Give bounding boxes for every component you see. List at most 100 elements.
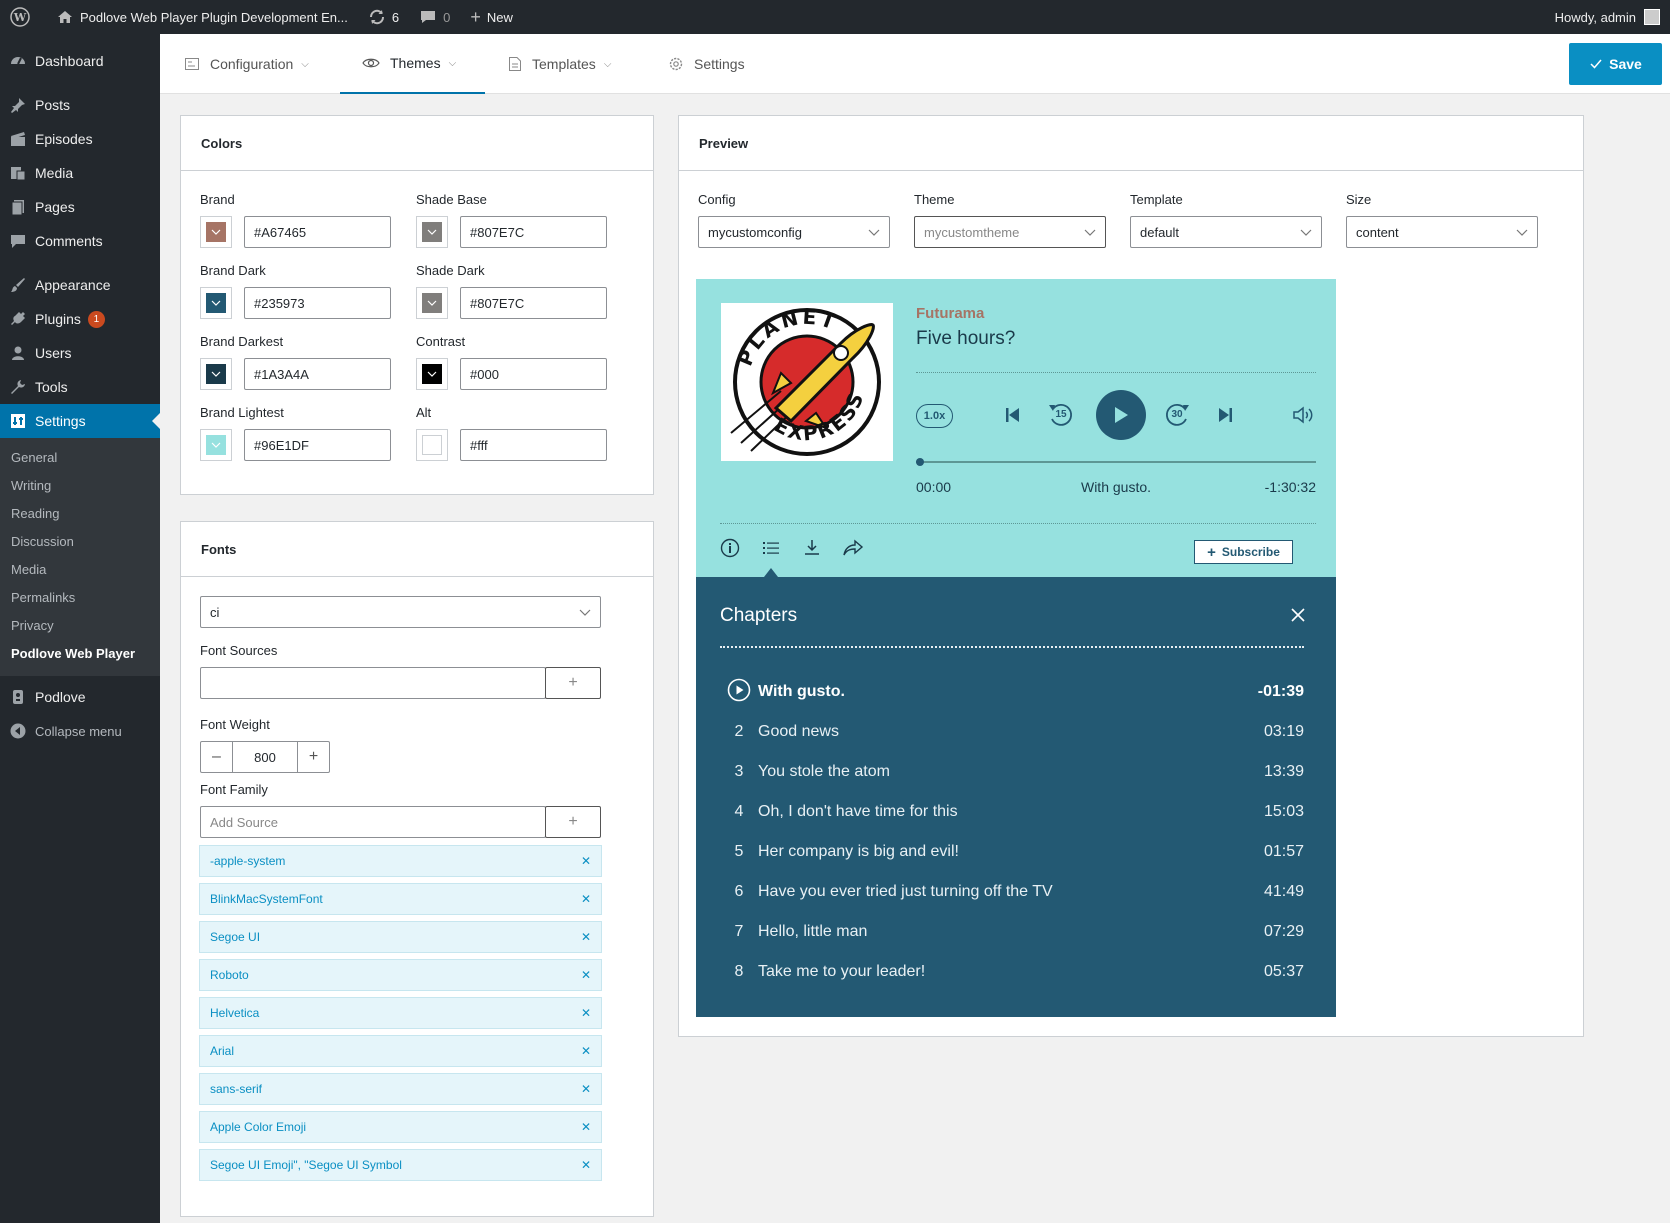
chapter-item[interactable]: 4 Oh, I don't have time for this 15:03 (720, 792, 1304, 832)
submenu-podlove-web-player[interactable]: Podlove Web Player (0, 640, 160, 668)
remove-icon[interactable]: ✕ (581, 1120, 591, 1134)
tab-settings[interactable]: Settings (668, 34, 745, 94)
brand-dark-color-picker[interactable] (200, 287, 232, 319)
menu-plugins[interactable]: Plugins 1 (0, 302, 160, 336)
chapter-item[interactable]: 3 You stole the atom 13:39 (720, 752, 1304, 792)
tab-configuration[interactable]: Configuration ⌵ (184, 34, 309, 94)
font-weight-input[interactable]: 800 (232, 741, 298, 773)
menu-media[interactable]: Media (0, 156, 160, 190)
info-tab-button[interactable] (720, 538, 740, 561)
collapse-menu-button[interactable]: Collapse menu (0, 714, 160, 748)
menu-settings[interactable]: Settings (0, 404, 160, 438)
next-chapter-button[interactable] (1216, 405, 1236, 428)
chapter-number: 5 (734, 843, 744, 860)
remove-icon[interactable]: ✕ (581, 1082, 591, 1096)
download-tab-button[interactable] (802, 538, 822, 561)
color-swatch (422, 364, 442, 384)
progress-bar[interactable] (916, 461, 1316, 463)
menu-episodes[interactable]: Episodes (0, 122, 160, 156)
chapter-item[interactable]: 6 Have you ever tried just turning off th… (720, 872, 1304, 912)
size-select[interactable]: content (1346, 216, 1538, 248)
brand-lightest-hex-input[interactable]: #96E1DF (244, 429, 391, 461)
collapse-icon (9, 722, 27, 740)
submenu-general[interactable]: General (0, 444, 160, 472)
new-content-link[interactable]: + New (460, 0, 523, 34)
shade-dark-hex-input[interactable]: #807E7C (460, 287, 607, 319)
font-select[interactable]: ci (200, 596, 601, 628)
submenu-permalinks[interactable]: Permalinks (0, 584, 160, 612)
forward-30-button[interactable]: 30 (1162, 400, 1192, 430)
previous-chapter-button[interactable] (1002, 405, 1022, 428)
save-button[interactable]: Save (1569, 43, 1662, 85)
updates-link[interactable]: 6 (358, 0, 409, 34)
theme-select[interactable]: mycustomtheme (914, 216, 1106, 248)
submenu-media[interactable]: Media (0, 556, 160, 584)
brand-hex-input[interactable]: #A67465 (244, 216, 391, 248)
remove-icon[interactable]: ✕ (581, 1158, 591, 1172)
submenu-privacy[interactable]: Privacy (0, 612, 160, 640)
shade-base-color-picker[interactable] (416, 216, 448, 248)
config-select[interactable]: mycustomconfig (698, 216, 890, 248)
remove-icon[interactable]: ✕ (581, 892, 591, 906)
rewind-15-button[interactable]: 15 (1046, 400, 1076, 430)
add-font-family-button[interactable]: + (545, 806, 601, 838)
close-chapters-button[interactable] (1290, 607, 1306, 626)
menu-label: Tools (35, 379, 68, 395)
chapter-item[interactable]: With gusto. -01:39 (720, 672, 1304, 712)
menu-tools[interactable]: Tools (0, 370, 160, 404)
menu-appearance[interactable]: Appearance (0, 268, 160, 302)
site-name-link[interactable]: Podlove Web Player Plugin Development En… (46, 0, 358, 34)
submenu-discussion[interactable]: Discussion (0, 528, 160, 556)
menu-pages[interactable]: Pages (0, 190, 160, 224)
shade-base-hex-input[interactable]: #807E7C (460, 216, 607, 248)
menu-users[interactable]: Users (0, 336, 160, 370)
chapters-tab-button[interactable] (761, 538, 781, 561)
playback-speed-button[interactable]: 1.0x (916, 404, 953, 428)
brand-lightest-color-picker[interactable] (200, 429, 232, 461)
menu-posts[interactable]: Posts (0, 88, 160, 122)
menu-comments[interactable]: Comments (0, 224, 160, 258)
menu-podlove[interactable]: Podlove (0, 680, 160, 714)
volume-button[interactable] (1292, 405, 1316, 428)
add-font-source-button[interactable]: + (545, 667, 601, 699)
chapter-item[interactable]: 2 Good news 03:19 (720, 712, 1304, 752)
wordpress-logo[interactable]: W (0, 0, 46, 34)
tab-templates[interactable]: Templates ⌵ (508, 34, 611, 94)
remove-icon[interactable]: ✕ (581, 854, 591, 868)
brand-dark-hex-input[interactable]: #235973 (244, 287, 391, 319)
brand-darkest-hex-input[interactable]: #1A3A4A (244, 358, 391, 390)
share-tab-button[interactable] (842, 538, 864, 561)
submenu-writing[interactable]: Writing (0, 472, 160, 500)
font-family-input[interactable]: Add Source (200, 806, 546, 838)
shade-dark-color-picker[interactable] (416, 287, 448, 319)
chapter-item[interactable]: 7 Hello, little man 07:29 (720, 912, 1304, 952)
contrast-hex-input[interactable]: #000 (460, 358, 607, 390)
tab-themes[interactable]: Themes ⌵ (340, 34, 485, 94)
subscribe-button[interactable]: + Subscribe (1194, 540, 1293, 564)
template-value: default (1140, 224, 1180, 240)
chapter-title: Take me to your leader! (758, 963, 926, 980)
contrast-color-picker[interactable] (416, 358, 448, 390)
chapter-item[interactable]: 8 Take me to your leader! 05:37 (720, 952, 1304, 992)
remove-icon[interactable]: ✕ (581, 1044, 591, 1058)
remove-icon[interactable]: ✕ (581, 1006, 591, 1020)
increase-weight-button[interactable]: + (297, 741, 330, 773)
alt-hex-input[interactable]: #fff (460, 429, 607, 461)
play-circle-icon (720, 678, 758, 707)
play-button[interactable] (1096, 390, 1146, 440)
alt-color-picker[interactable] (416, 429, 448, 461)
progress-handle[interactable] (916, 458, 924, 466)
remove-icon[interactable]: ✕ (581, 930, 591, 944)
brand-color-picker[interactable] (200, 216, 232, 248)
template-select[interactable]: default (1130, 216, 1322, 248)
brand-darkest-color-picker[interactable] (200, 358, 232, 390)
remove-icon[interactable]: ✕ (581, 968, 591, 982)
comments-link[interactable]: 0 (409, 0, 460, 34)
account-menu[interactable]: Howdy, admin (1555, 9, 1670, 25)
submenu-reading[interactable]: Reading (0, 500, 160, 528)
menu-dashboard[interactable]: Dashboard (0, 44, 160, 78)
font-sources-input[interactable] (200, 667, 546, 699)
chapter-item[interactable]: 5 Her company is big and evil! 01:57 (720, 832, 1304, 872)
decrease-weight-button[interactable]: – (200, 741, 233, 773)
font-family-tag: sans-serif ✕ (199, 1073, 602, 1105)
